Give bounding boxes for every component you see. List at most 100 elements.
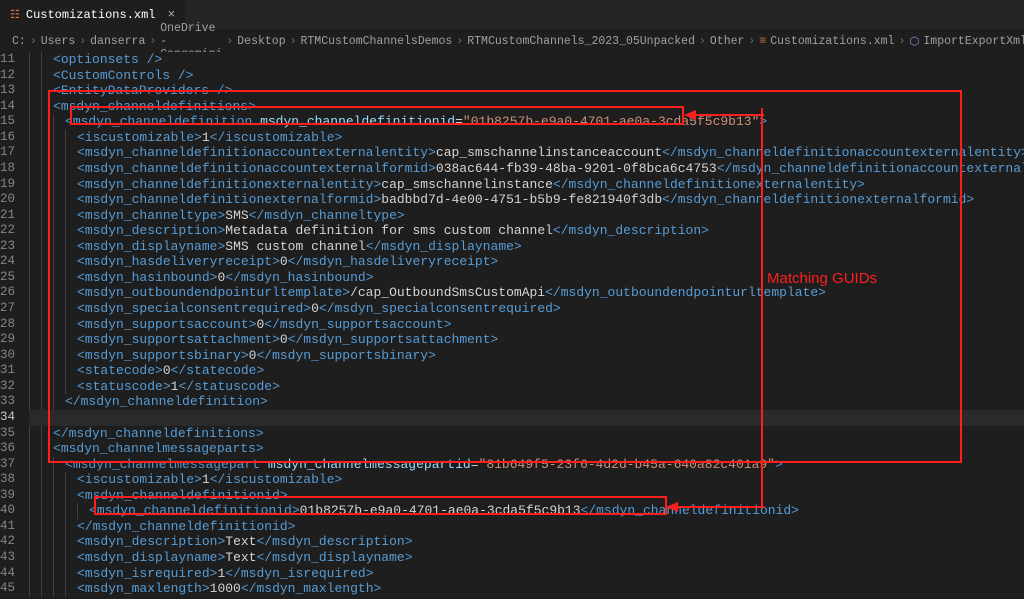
code-line[interactable]: <statuscode>1</statuscode>: [29, 379, 1024, 395]
breadcrumb-item[interactable]: danserra: [90, 35, 145, 48]
line-number: 24: [0, 254, 15, 270]
code-line[interactable]: <msdyn_supportsattachment>0</msdyn_suppo…: [29, 332, 1024, 348]
code-line[interactable]: <msdyn_channeldefinitionid>: [29, 488, 1024, 504]
code-line[interactable]: </msdyn_channeldefinitionid>: [29, 519, 1024, 535]
line-number: 11: [0, 52, 15, 68]
line-number: 42: [0, 534, 15, 550]
breadcrumb-item[interactable]: Customizations.xml: [770, 35, 894, 48]
code-line[interactable]: <msdyn_channeldefinitionaccountexternalf…: [29, 161, 1024, 177]
code-line[interactable]: <msdyn_channelmessagepart msdyn_channelm…: [29, 457, 1024, 473]
breadcrumb-sep: ›: [898, 35, 905, 48]
line-number: 44: [0, 566, 15, 582]
code-line[interactable]: </msdyn_channeldefinitions>: [29, 426, 1024, 442]
breadcrumb-sep: ›: [149, 35, 156, 48]
line-number: 31: [0, 363, 15, 379]
breadcrumb-item[interactable]: RTMCustomChannelsDemos: [301, 35, 453, 48]
xml-icon: ≡: [759, 35, 766, 48]
code-line[interactable]: <msdyn_channelmessageparts>: [29, 441, 1024, 457]
node-icon: ⬡: [909, 34, 919, 49]
breadcrumb-sep: ›: [226, 35, 233, 48]
breadcrumb-item[interactable]: ImportExportXml: [923, 35, 1024, 48]
line-number: 16: [0, 130, 15, 146]
breadcrumb-item[interactable]: Other: [710, 35, 745, 48]
line-number: 27: [0, 301, 15, 317]
line-number: 13: [0, 83, 15, 99]
line-number: 40: [0, 503, 15, 519]
tab-bar: ☷ Customizations.xml ×: [0, 0, 1024, 30]
line-number: 26: [0, 285, 15, 301]
line-number: 30: [0, 348, 15, 364]
code-editor[interactable]: 1112131415161718192021222324252627282930…: [0, 52, 1024, 599]
breadcrumb-sep: ›: [79, 35, 86, 48]
line-number: 15: [0, 114, 15, 130]
code-line[interactable]: <msdyn_hasdeliveryreceipt>0</msdyn_hasde…: [29, 254, 1024, 270]
code-line[interactable]: [29, 410, 1024, 426]
code-line[interactable]: <iscustomizable>1</iscustomizable>: [29, 130, 1024, 146]
breadcrumb-item[interactable]: Users: [41, 35, 76, 48]
code-line[interactable]: <msdyn_isrequired>1</msdyn_isrequired>: [29, 566, 1024, 582]
line-number: 39: [0, 488, 15, 504]
code-line[interactable]: <msdyn_channeldefinitionaccountexternale…: [29, 145, 1024, 161]
tab-label: Customizations.xml: [26, 8, 156, 22]
line-number: 38: [0, 472, 15, 488]
breadcrumb-item[interactable]: C:: [12, 35, 26, 48]
line-number: 35: [0, 426, 15, 442]
code-line[interactable]: <msdyn_channeldefinitions>: [29, 99, 1024, 115]
code-line[interactable]: <msdyn_supportsbinary>0</msdyn_supportsb…: [29, 348, 1024, 364]
code-line[interactable]: <EntityDataProviders />: [29, 83, 1024, 99]
breadcrumb-item[interactable]: RTMCustomChannels_2023_05Unpacked: [467, 35, 695, 48]
line-number: 37: [0, 457, 15, 473]
code-line[interactable]: <statecode>0</statecode>: [29, 363, 1024, 379]
breadcrumb-sep: ›: [30, 35, 37, 48]
code-line[interactable]: <msdyn_supportsaccount>0</msdyn_supports…: [29, 317, 1024, 333]
line-number: 29: [0, 332, 15, 348]
breadcrumb[interactable]: C:›Users›danserra›OneDrive - Capgemini›D…: [0, 30, 1024, 52]
line-number: 22: [0, 223, 15, 239]
code-line[interactable]: <msdyn_channeldefinitionexternalentity>c…: [29, 177, 1024, 193]
breadcrumb-sep: ›: [748, 35, 755, 48]
code-line[interactable]: <optionsets />: [29, 52, 1024, 68]
line-number: 34: [0, 410, 15, 426]
code-line[interactable]: <msdyn_channeldefinitionexternalformid>b…: [29, 192, 1024, 208]
line-number: 20: [0, 192, 15, 208]
code-line[interactable]: </msdyn_channeldefinition>: [29, 394, 1024, 410]
breadcrumb-sep: ›: [290, 35, 297, 48]
line-number: 41: [0, 519, 15, 535]
code-line[interactable]: <iscustomizable>1</iscustomizable>: [29, 472, 1024, 488]
file-tab[interactable]: ☷ Customizations.xml ×: [0, 0, 185, 29]
code-line[interactable]: <msdyn_channeltype>SMS</msdyn_channeltyp…: [29, 208, 1024, 224]
arrow-top: [684, 108, 764, 122]
line-number: 43: [0, 550, 15, 566]
line-number: 25: [0, 270, 15, 286]
line-number: 33: [0, 394, 15, 410]
code-line[interactable]: <msdyn_displayname>SMS custom channel</m…: [29, 239, 1024, 255]
code-line[interactable]: <CustomControls />: [29, 68, 1024, 84]
breadcrumb-item[interactable]: Desktop: [237, 35, 285, 48]
line-number: 17: [0, 145, 15, 161]
code-line[interactable]: <msdyn_outboundendpointurltemplate>/cap_…: [29, 285, 1024, 301]
code-line[interactable]: <msdyn_specialconsentrequired>0</msdyn_s…: [29, 301, 1024, 317]
xml-file-icon: ☷: [10, 8, 20, 22]
line-number: 19: [0, 177, 15, 193]
line-number: 32: [0, 379, 15, 395]
code-line[interactable]: <msdyn_description>Text</msdyn_descripti…: [29, 534, 1024, 550]
breadcrumb-sep: ›: [699, 35, 706, 48]
code-line[interactable]: <msdyn_maxlength>1000</msdyn_maxlength>: [29, 581, 1024, 597]
annotation-label: Matching GUIDs: [767, 270, 877, 287]
line-number: 28: [0, 317, 15, 333]
breadcrumb-sep: ›: [456, 35, 463, 48]
close-icon[interactable]: ×: [168, 7, 176, 22]
code-line[interactable]: <msdyn_channeldefinition msdyn_channelde…: [29, 114, 1024, 130]
code-line[interactable]: <msdyn_description>Metadata definition f…: [29, 223, 1024, 239]
code-area[interactable]: <optionsets /><CustomControls /><EntityD…: [29, 52, 1024, 599]
code-line[interactable]: <msdyn_channeldefinitionid>01b8257b-e9a0…: [29, 503, 1024, 519]
line-number: 23: [0, 239, 15, 255]
code-line[interactable]: <msdyn_displayname>Text</msdyn_displayna…: [29, 550, 1024, 566]
line-gutter: 1112131415161718192021222324252627282930…: [0, 52, 29, 599]
arrow-vertical: [755, 108, 769, 508]
arrow-bottom: [666, 500, 764, 514]
line-number: 21: [0, 208, 15, 224]
line-number: 14: [0, 99, 15, 115]
line-number: 45: [0, 581, 15, 597]
line-number: 18: [0, 161, 15, 177]
